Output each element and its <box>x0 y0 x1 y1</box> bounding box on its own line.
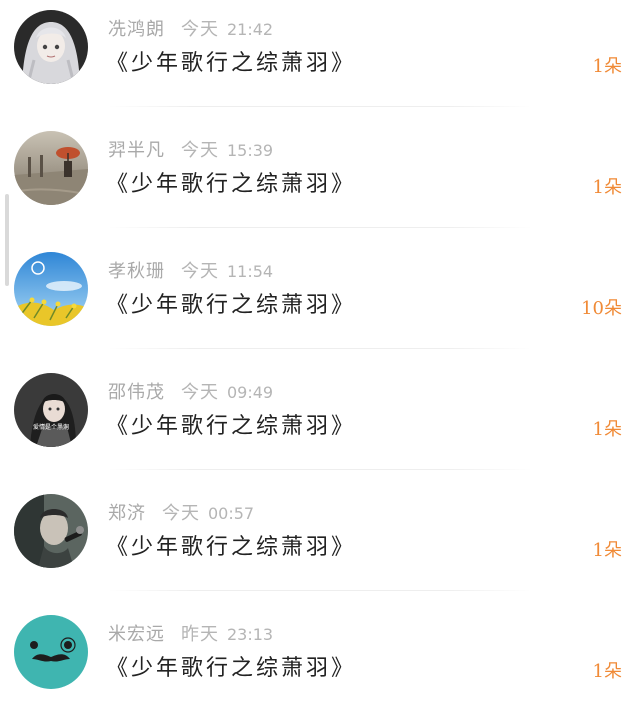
svg-text:爱情是个黑洞: 爱情是个黑洞 <box>33 423 69 431</box>
username[interactable]: 孝秋珊 <box>108 261 165 282</box>
date-label: 今天 <box>181 140 219 161</box>
avatar[interactable] <box>14 494 88 568</box>
list-item[interactable]: 孝秋珊 今天 11:54 《少年歌行之综萧羽》 10朵 <box>0 242 640 363</box>
divider <box>108 469 532 470</box>
portrait-with-caption-avatar-icon: 爱情是个黑洞 <box>14 373 88 447</box>
time-label: 21:42 <box>227 20 274 39</box>
book-title[interactable]: 《少年歌行之综萧羽》 <box>106 529 356 561</box>
date-label: 今天 <box>181 19 219 40</box>
list-item[interactable]: 爱情是个黑洞 邵伟茂 今天 09:49 《少年歌行之综萧羽》 1朵 <box>0 363 640 484</box>
time-label: 00:57 <box>208 504 255 523</box>
avatar[interactable] <box>14 615 88 689</box>
list-item[interactable]: 冼鸿朗 今天 21:42 《少年歌行之综萧羽》 1朵 <box>0 0 640 121</box>
mustache-cartoon-avatar-icon <box>14 615 88 689</box>
gift-list: 冼鸿朗 今天 21:42 《少年歌行之综萧羽》 1朵 羿半凡 今天 15:39 … <box>0 0 640 726</box>
time-label: 15:39 <box>227 141 274 160</box>
divider <box>108 106 532 107</box>
date-label: 昨天 <box>181 624 219 645</box>
flower-count: 10朵 <box>581 298 622 319</box>
flower-count: 1朵 <box>592 540 622 561</box>
sky-flowers-avatar-icon <box>14 252 88 326</box>
book-title[interactable]: 《少年歌行之综萧羽》 <box>106 166 356 198</box>
flower-count: 1朵 <box>592 419 622 440</box>
date-label: 今天 <box>162 503 200 524</box>
flower-count: 1朵 <box>592 661 622 682</box>
list-item[interactable]: 郑济 今天 00:57 《少年歌行之综萧羽》 1朵 <box>0 484 640 605</box>
book-title[interactable]: 《少年歌行之综萧羽》 <box>106 45 356 77</box>
username[interactable]: 冼鸿朗 <box>108 19 165 40</box>
time-label: 11:54 <box>227 262 274 281</box>
book-title[interactable]: 《少年歌行之综萧羽》 <box>106 650 356 682</box>
divider <box>108 590 532 591</box>
avatar[interactable] <box>14 10 88 84</box>
username[interactable]: 羿半凡 <box>108 140 165 161</box>
time-label: 23:13 <box>227 625 274 644</box>
date-label: 今天 <box>181 261 219 282</box>
singer-microphone-avatar-icon <box>14 494 88 568</box>
rainy-street-avatar-icon <box>14 131 88 205</box>
flower-count: 1朵 <box>592 177 622 198</box>
avatar[interactable]: 爱情是个黑洞 <box>14 373 88 447</box>
book-title[interactable]: 《少年歌行之综萧羽》 <box>106 287 356 319</box>
username[interactable]: 郑济 <box>108 503 146 524</box>
scrollbar[interactable] <box>5 194 9 286</box>
list-item[interactable]: 米宏远 昨天 23:13 《少年歌行之综萧羽》 1朵 <box>0 605 640 726</box>
divider <box>108 348 532 349</box>
avatar[interactable] <box>14 252 88 326</box>
time-label: 09:49 <box>227 383 274 402</box>
flower-count: 1朵 <box>592 56 622 77</box>
username[interactable]: 米宏远 <box>108 624 165 645</box>
username[interactable]: 邵伟茂 <box>108 382 165 403</box>
avatar[interactable] <box>14 131 88 205</box>
date-label: 今天 <box>181 382 219 403</box>
anime-girl-avatar-icon <box>14 10 88 84</box>
list-item[interactable]: 羿半凡 今天 15:39 《少年歌行之综萧羽》 1朵 <box>0 121 640 242</box>
divider <box>108 227 532 228</box>
book-title[interactable]: 《少年歌行之综萧羽》 <box>106 408 356 440</box>
